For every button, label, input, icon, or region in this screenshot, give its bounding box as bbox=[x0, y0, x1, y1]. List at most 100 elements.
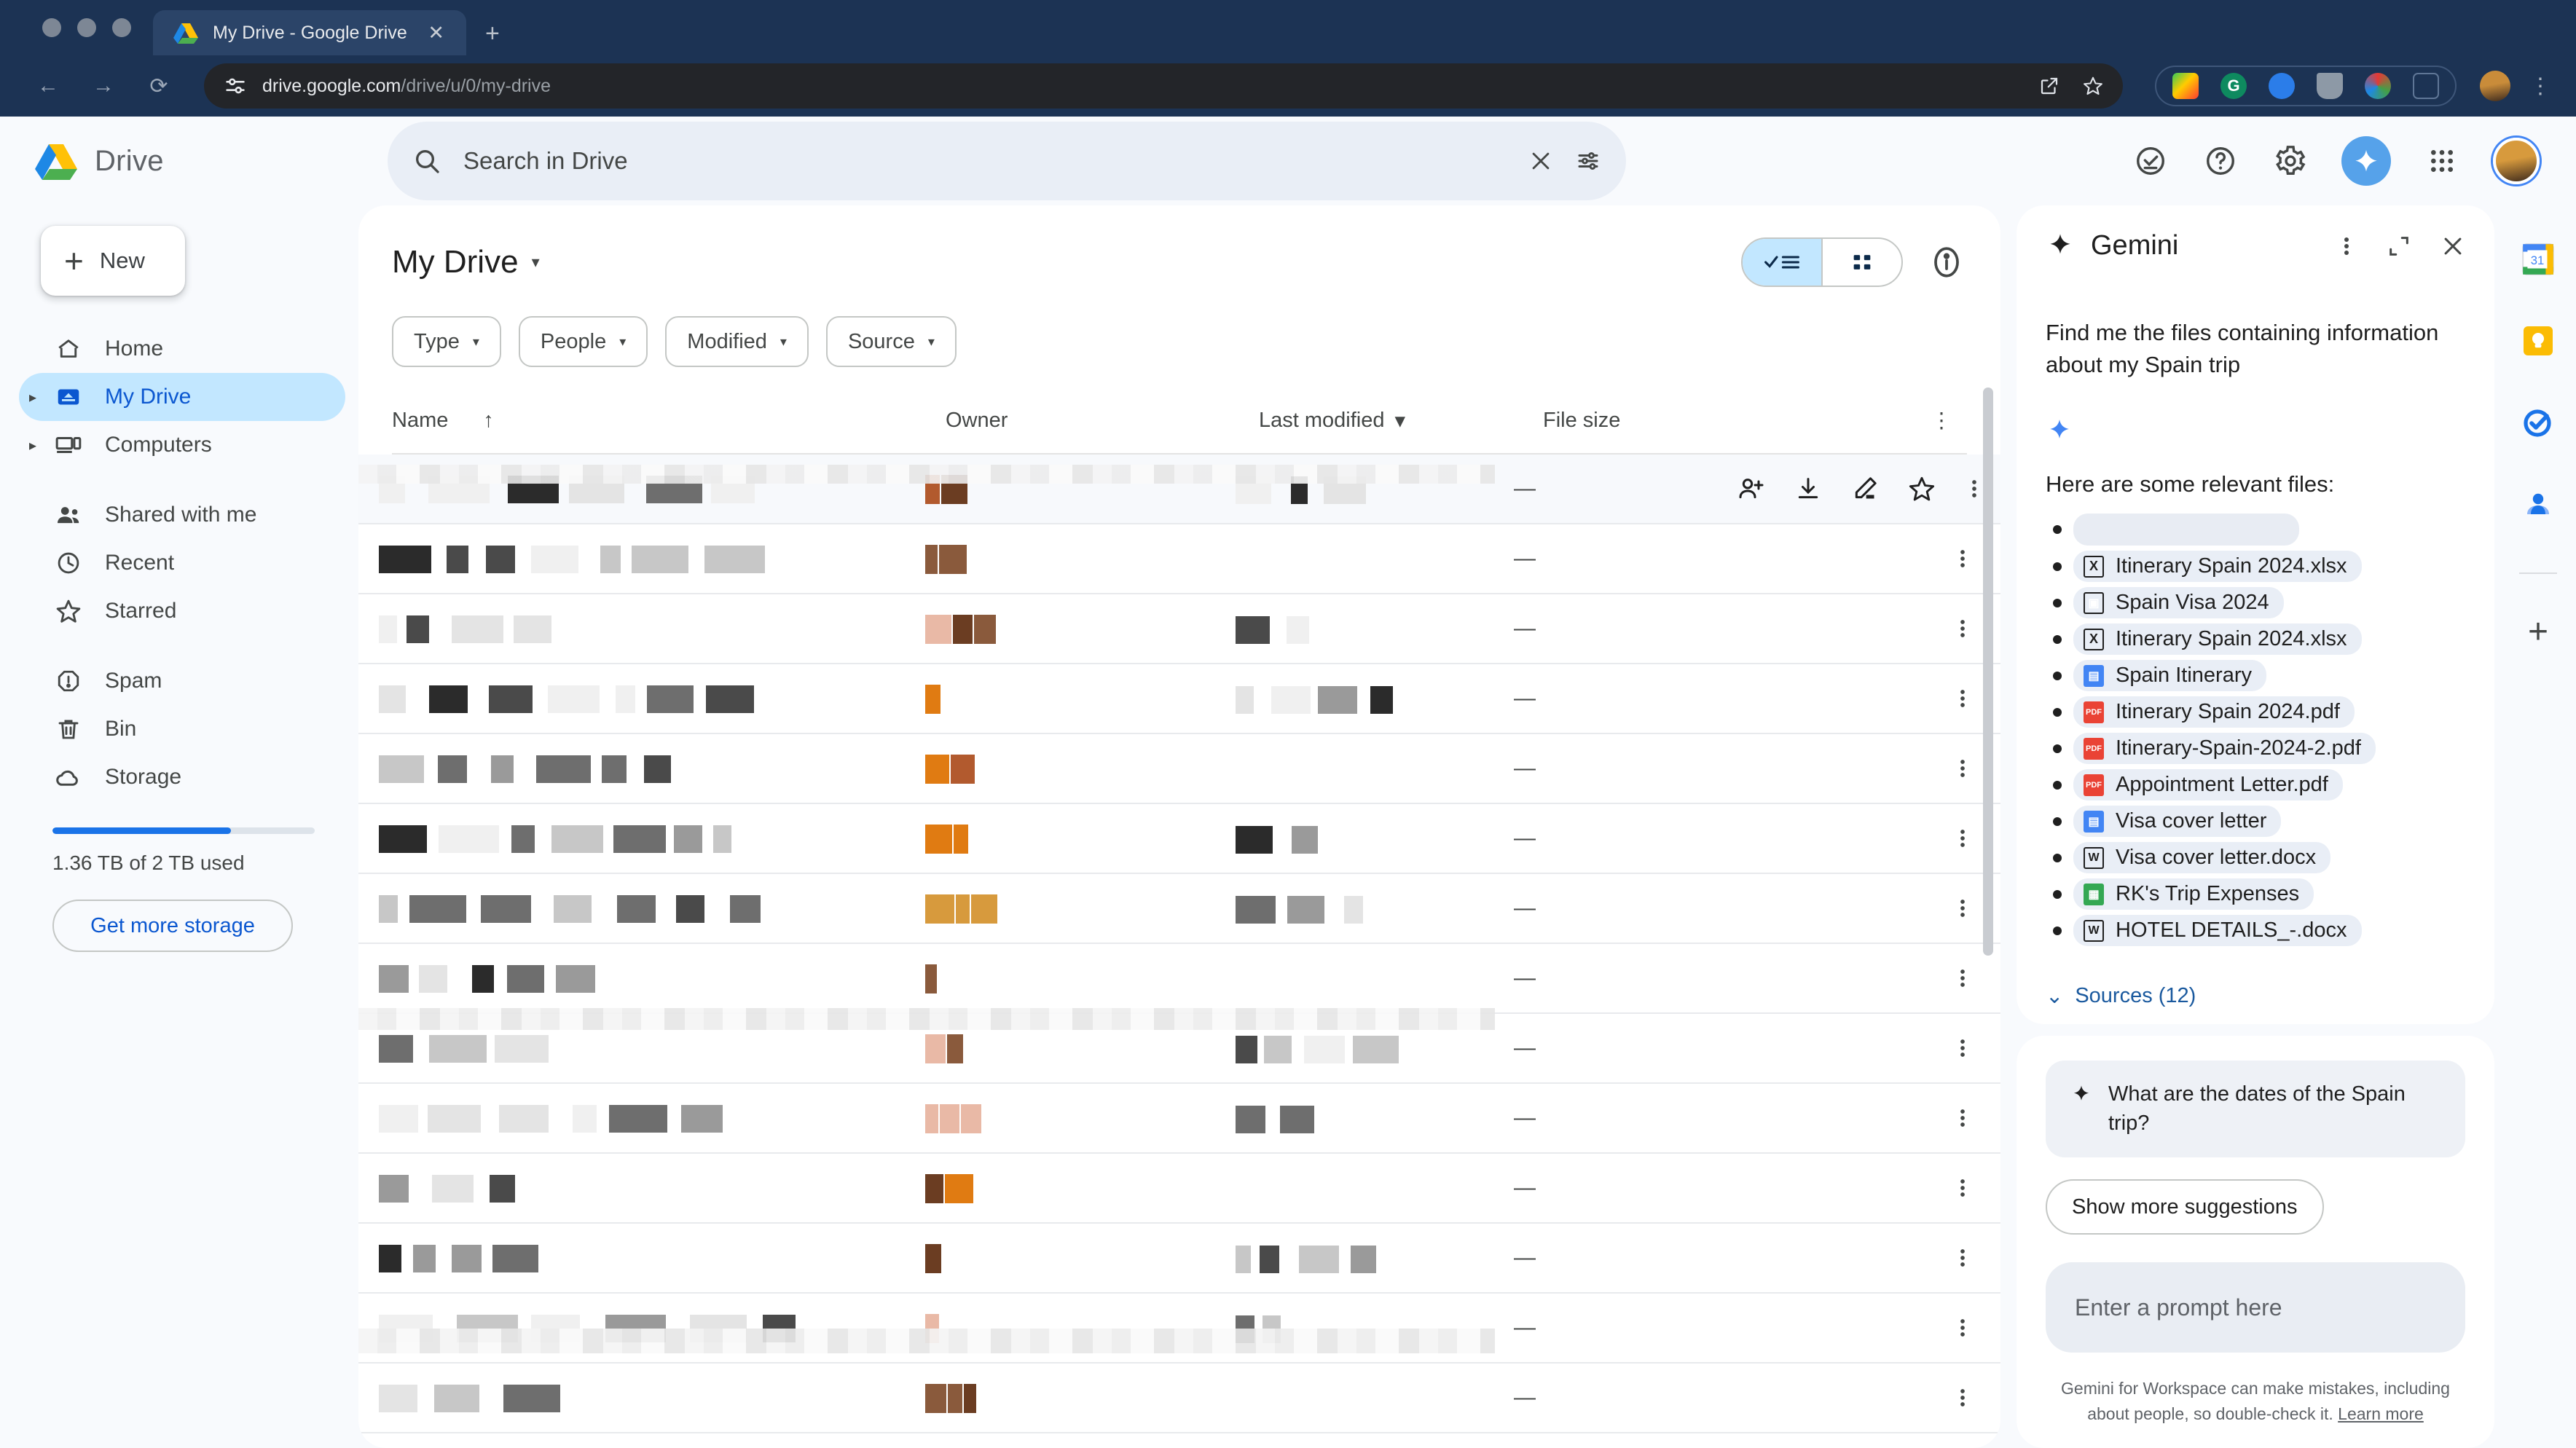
show-more-suggestions-button[interactable]: Show more suggestions bbox=[2046, 1179, 2324, 1235]
shield-icon[interactable] bbox=[2317, 73, 2343, 99]
table-row[interactable]: — bbox=[358, 1364, 2000, 1433]
window-controls[interactable] bbox=[29, 0, 153, 55]
column-header-last-modified[interactable]: Last modified ▾ bbox=[1259, 408, 1543, 433]
gemini-file-list-item[interactable]: PDF Itinerary-Spain-2024-2.pdf bbox=[2046, 733, 2465, 765]
gemini-file-list-item[interactable]: ▤ Visa cover letter bbox=[2046, 806, 2465, 838]
file-name-cell[interactable] bbox=[358, 664, 912, 733]
gemini-suggestion-chip[interactable]: What are the dates of the Spain trip? bbox=[2046, 1060, 2465, 1157]
more-kebab-icon[interactable] bbox=[1941, 1385, 1984, 1411]
gemini-file-chip[interactable]: PDF Appointment Letter.pdf bbox=[2073, 769, 2343, 801]
more-kebab-icon[interactable] bbox=[1941, 546, 1984, 572]
table-row[interactable]: — bbox=[358, 734, 2000, 804]
sidebar-item-shared-with-me[interactable]: Shared with me bbox=[19, 491, 345, 539]
settings-icon[interactable] bbox=[2271, 142, 2309, 180]
sidebar-item-spam[interactable]: Spam bbox=[19, 657, 345, 705]
get-more-storage-button[interactable]: Get more storage bbox=[52, 900, 293, 952]
grammarly-icon[interactable]: G bbox=[2220, 73, 2247, 99]
file-name-cell[interactable] bbox=[358, 874, 912, 943]
file-name-cell[interactable] bbox=[358, 1224, 912, 1292]
file-list[interactable]: — — — — — — — — — — — — — — bbox=[358, 455, 2000, 1448]
new-tab-button[interactable]: + bbox=[485, 20, 500, 48]
gemini-file-list-item[interactable]: W HOTEL DETAILS_-.docx bbox=[2046, 915, 2465, 947]
gemini-file-chip[interactable]: ▤ Spain Itinerary bbox=[2073, 660, 2266, 692]
learn-more-link[interactable]: Learn more bbox=[2338, 1404, 2424, 1423]
edit-pencil-icon[interactable] bbox=[1850, 474, 1880, 503]
gemini-file-list-item[interactable]: X Itinerary Spain 2024.xlsx bbox=[2046, 551, 2465, 583]
gemini-file-chip[interactable]: X Itinerary Spain 2024.xlsx bbox=[2073, 623, 2362, 656]
gemini-file-list-item[interactable]: ▤ Spain Itinerary bbox=[2046, 660, 2465, 692]
sidebar-item-bin[interactable]: Bin bbox=[19, 705, 345, 753]
sidebar-item-my-drive[interactable]: ▸ My Drive bbox=[19, 373, 345, 421]
share-person-add-icon[interactable] bbox=[1737, 474, 1766, 503]
search-input[interactable]: Search in Drive bbox=[463, 147, 1507, 175]
file-name-cell[interactable] bbox=[358, 524, 912, 593]
sidebar-item-starred[interactable]: Starred bbox=[19, 587, 345, 635]
gemini-file-list-item[interactable]: X Itinerary Spain 2024.xlsx bbox=[2046, 623, 2465, 656]
back-icon[interactable]: ← bbox=[25, 63, 71, 109]
gemini-file-list-item[interactable]: ▦ RK's Trip Expenses bbox=[2046, 878, 2465, 910]
gemini-file-chip[interactable]: ▤ Visa cover letter bbox=[2073, 806, 2282, 838]
file-name-cell[interactable] bbox=[358, 734, 912, 803]
more-kebab-icon[interactable] bbox=[1941, 1315, 1984, 1341]
sidebar-item-recent[interactable]: Recent bbox=[19, 539, 345, 587]
close-icon[interactable] bbox=[2440, 234, 2465, 259]
table-row[interactable]: — bbox=[358, 1224, 2000, 1294]
more-kebab-icon[interactable] bbox=[1941, 1175, 1984, 1201]
table-row[interactable]: — bbox=[358, 524, 2000, 594]
column-header-file-size[interactable]: File size bbox=[1543, 409, 1916, 433]
gemini-file-chip[interactable]: W Visa cover letter.docx bbox=[2073, 842, 2331, 874]
add-app-button[interactable]: + bbox=[2528, 615, 2548, 650]
more-kebab-icon[interactable] bbox=[1941, 825, 1984, 851]
table-row[interactable]: — bbox=[358, 1084, 2000, 1154]
google-calendar-icon[interactable]: 31 bbox=[2518, 239, 2559, 280]
close-icon[interactable]: ✕ bbox=[422, 20, 450, 46]
window-maximize-dot[interactable] bbox=[112, 18, 131, 37]
forward-icon[interactable]: → bbox=[80, 63, 127, 109]
chevron-right-icon[interactable]: ▸ bbox=[29, 388, 36, 406]
search-options-icon[interactable] bbox=[1575, 148, 1601, 174]
file-name-cell[interactable] bbox=[358, 1154, 912, 1222]
chevron-down-icon[interactable]: ▾ bbox=[1395, 408, 1406, 433]
table-row[interactable]: — bbox=[358, 874, 2000, 944]
info-icon[interactable] bbox=[1926, 242, 1967, 283]
table-row[interactable]: — bbox=[358, 804, 2000, 874]
browser-menu-icon[interactable]: ⋮ bbox=[2529, 74, 2551, 99]
chevron-right-icon[interactable]: ▸ bbox=[29, 436, 36, 455]
more-kebab-icon[interactable] bbox=[1941, 1035, 1984, 1061]
gemini-sources-toggle[interactable]: ⌄ Sources (12) bbox=[2046, 983, 2465, 1009]
gemini-file-chip[interactable]: PDF Itinerary-Spain-2024-2.pdf bbox=[2073, 733, 2376, 765]
column-header-name[interactable]: Name ↑ bbox=[392, 409, 946, 433]
privacy-badger-icon[interactable] bbox=[2269, 73, 2295, 99]
clear-icon[interactable] bbox=[1528, 149, 1553, 173]
vertical-scrollbar[interactable] bbox=[1983, 387, 1993, 1441]
google-tasks-icon[interactable] bbox=[2518, 402, 2559, 443]
window-minimize-dot[interactable] bbox=[77, 18, 96, 37]
column-header-owner[interactable]: Owner bbox=[946, 409, 1259, 433]
download-icon[interactable] bbox=[1794, 474, 1823, 503]
google-contacts-icon[interactable] bbox=[2518, 484, 2559, 524]
gemini-file-chip[interactable]: W HOTEL DETAILS_-.docx bbox=[2073, 915, 2362, 947]
gemini-file-list-item[interactable]: PDF Appointment Letter.pdf bbox=[2046, 769, 2465, 801]
sidebar-item-computers[interactable]: ▸ Computers bbox=[19, 421, 345, 469]
address-bar[interactable]: drive.google.com/drive/u/0/my-drive bbox=[204, 63, 2123, 109]
star-icon[interactable] bbox=[1907, 474, 1936, 503]
more-kebab-icon[interactable] bbox=[1941, 615, 1984, 642]
google-keep-icon[interactable] bbox=[2518, 320, 2559, 361]
search-bar[interactable]: Search in Drive bbox=[388, 122, 1626, 200]
table-row[interactable]: — bbox=[358, 944, 2000, 1014]
sort-asc-icon[interactable]: ↑ bbox=[483, 409, 494, 433]
gemini-file-chip[interactable]: X Itinerary Spain 2024.xlsx bbox=[2073, 551, 2362, 583]
table-row[interactable]: — bbox=[358, 664, 2000, 734]
gemini-file-list-item[interactable]: PDF Itinerary Spain 2024.pdf bbox=[2046, 696, 2465, 728]
file-name-cell[interactable] bbox=[358, 1364, 912, 1432]
more-kebab-icon[interactable] bbox=[1941, 685, 1984, 712]
grid-view-icon[interactable] bbox=[1823, 239, 1901, 286]
more-kebab-icon[interactable] bbox=[1941, 755, 1984, 782]
browser-tab[interactable]: My Drive - Google Drive ✕ bbox=[153, 10, 466, 55]
star-icon[interactable] bbox=[2082, 75, 2104, 97]
extension-colorful-icon[interactable] bbox=[2172, 73, 2199, 99]
gemini-prompt-input[interactable]: Enter a prompt here bbox=[2046, 1262, 2465, 1353]
filter-chip-source[interactable]: Source ▾ bbox=[825, 316, 957, 367]
chevron-down-icon[interactable]: ▾ bbox=[532, 253, 540, 272]
gemini-file-list-item[interactable]: W Visa cover letter.docx bbox=[2046, 842, 2465, 874]
